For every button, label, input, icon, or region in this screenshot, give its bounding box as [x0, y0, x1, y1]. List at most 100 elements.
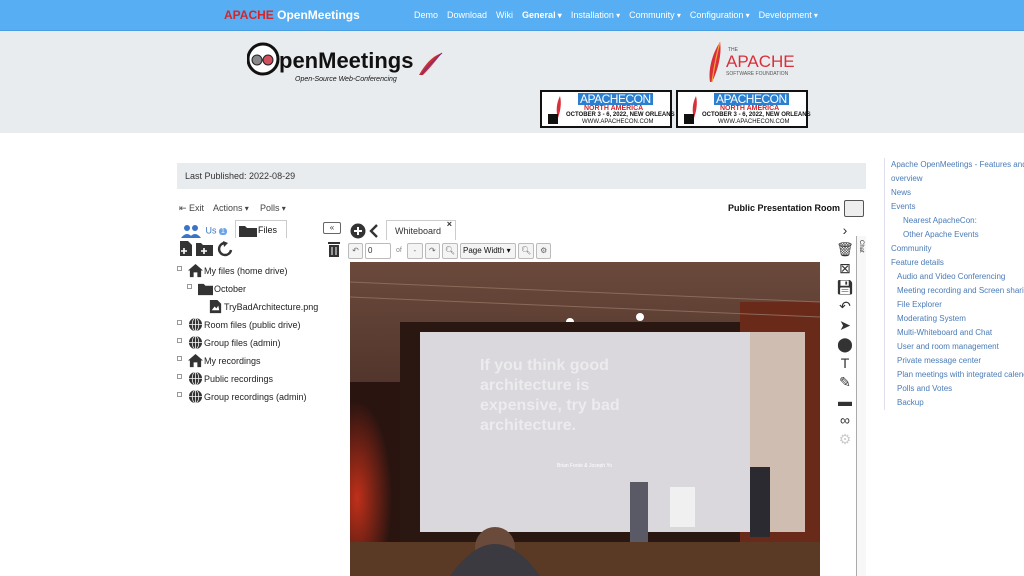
map-marker-icon[interactable]: ⬤	[834, 336, 856, 355]
undo-icon[interactable]: ↶	[834, 298, 856, 317]
nav-link-development[interactable]: Development	[759, 10, 818, 20]
apache-foundation: SOFTWARE FOUNDATION	[726, 71, 789, 77]
tab-files[interactable]: Files	[235, 220, 287, 238]
chat-panel-strip[interactable]: Chat	[856, 236, 866, 576]
tree-node-label: My files (home drive)	[204, 266, 288, 276]
sidebar-item[interactable]: Community	[891, 242, 1024, 256]
zoom-in-icon[interactable]: 🔍︎	[518, 242, 535, 259]
tree-node[interactable]: TryBadArchitecture.png	[197, 298, 347, 316]
apache-logo[interactable]: THE APACHE SOFTWARE FOUNDATION	[700, 42, 810, 84]
nav-link-configuration[interactable]: Configuration	[690, 10, 750, 20]
tab-whiteboard[interactable]: Whiteboard ×	[386, 219, 456, 240]
folder-icon	[239, 226, 257, 237]
page-input[interactable]: 0	[365, 242, 391, 259]
brand-link[interactable]: APACHE OpenMeetings	[224, 8, 360, 22]
exit-button[interactable]: ⇤ Exit	[179, 203, 204, 214]
file-actions-toolbar	[180, 241, 233, 257]
sidebar-item[interactable]: Private message center	[891, 354, 1024, 368]
eraser-icon[interactable]: ▬	[834, 393, 856, 412]
zoom-out-icon[interactable]: 🔍︎	[441, 242, 458, 259]
trash-icon[interactable]: 🗑︎	[834, 241, 856, 260]
tree-node[interactable]: My recordings	[177, 352, 347, 370]
tree-node-label: TryBadArchitecture.png	[224, 302, 319, 312]
tab-whiteboard-label: Whiteboard	[395, 226, 442, 236]
home-icon	[188, 263, 203, 278]
clear-slide-icon[interactable]: ⊠	[834, 260, 856, 279]
tree-node[interactable]: Group recordings (admin)	[177, 388, 347, 406]
monitor-icon[interactable]	[844, 200, 864, 217]
nav-link-installation[interactable]: Installation	[571, 10, 620, 20]
sidebar-item[interactable]: Audio and Video Conferencing	[891, 270, 1024, 284]
sidebar-item[interactable]: News	[891, 186, 1024, 200]
settings-gear-icon[interactable]: ⚙	[536, 242, 552, 259]
chevron-right-icon[interactable]: ›	[834, 222, 856, 241]
tree-node[interactable]: Group files (admin)	[177, 334, 347, 352]
file-tree: My files (home drive) October TryBadArchit…	[177, 262, 347, 406]
refresh-icon	[217, 241, 233, 257]
infinity-icon[interactable]: ∞	[834, 412, 856, 431]
sidebar-item[interactable]: Events	[891, 200, 1024, 214]
undo-icon[interactable]: ↶	[348, 242, 363, 259]
redo-icon[interactable]: ↷	[424, 242, 440, 259]
apachecon-url: WWW.APACHECON.COM	[582, 119, 654, 125]
sidebar-item[interactable]: Apache OpenMeetings - Features and	[891, 158, 1024, 172]
polls-menu[interactable]: Polls	[260, 203, 286, 213]
pen-icon[interactable]: ✎	[834, 374, 856, 393]
apachecon-banner[interactable]: APACHECON NORTH AMERICA OCTOBER 3 - 6, 2…	[540, 90, 675, 128]
nav-link-wiki[interactable]: Wiki	[496, 10, 513, 20]
expand-node-icon[interactable]	[177, 356, 182, 361]
collapse-node-icon[interactable]	[187, 284, 192, 289]
sidebar-item[interactable]: Multi-Whiteboard and Chat	[891, 326, 1024, 340]
sidebar-item[interactable]: Backup	[891, 396, 1024, 410]
sidebar-item[interactable]: Feature details	[891, 256, 1024, 270]
zoom-select[interactable]: Page Width ▾	[460, 242, 516, 259]
tree-node[interactable]: Room files (public drive)	[177, 316, 347, 334]
om-tagline: Open-Source Web-Conferencing	[295, 76, 397, 83]
apachecon-dates: OCTOBER 3 - 6, 2022, NEW ORLEANS	[702, 112, 811, 118]
nav-link-demo[interactable]: Demo	[414, 10, 438, 20]
openmeetings-logo[interactable]: penMeetings Open-Source Web-Conferencing	[247, 41, 447, 89]
tree-node[interactable]: Public recordings	[177, 370, 347, 388]
tree-node[interactable]: October	[187, 280, 347, 298]
expand-node-icon[interactable]	[177, 374, 182, 379]
whiteboard-slide-image[interactable]: If you think good architecture is expens…	[350, 262, 820, 576]
sidebar-item[interactable]: Plan meetings with integrated calendar	[891, 368, 1024, 382]
expand-node-icon[interactable]	[177, 392, 182, 397]
close-icon[interactable]: ×	[447, 219, 452, 229]
sidebar-item[interactable]: Nearest ApacheCon:	[891, 214, 1024, 228]
apachecon-banner[interactable]: APACHECON NORTH AMERICA OCTOBER 3 - 6, 2…	[676, 90, 811, 128]
nav-link-community[interactable]: Community	[629, 10, 681, 20]
save-icon[interactable]: 💾︎	[834, 279, 856, 298]
expand-node-icon[interactable]	[177, 338, 182, 343]
text-tool-icon[interactable]: T	[834, 355, 856, 374]
nav-link-general[interactable]: General	[522, 10, 562, 20]
sidebar-item[interactable]: File Explorer	[891, 298, 1024, 312]
sidebar-item[interactable]: Meeting recording and Screen sharing	[891, 284, 1024, 298]
sidebar-item[interactable]: Other Apache Events	[891, 228, 1024, 242]
tab-users-label: Us	[205, 225, 217, 236]
trash-icon[interactable]	[327, 241, 341, 257]
gear-icon[interactable]: ⚙	[834, 431, 856, 450]
last-published: Last Published: 2022-08-29	[177, 163, 866, 189]
apachecon-url: WWW.APACHECON.COM	[718, 119, 790, 125]
collapse-node-icon[interactable]	[177, 266, 182, 271]
nav-link-download[interactable]: Download	[447, 10, 487, 20]
apachecon-region: NORTH AMERICA	[720, 105, 780, 112]
tree-node-label: Group recordings (admin)	[204, 392, 307, 402]
expand-node-icon[interactable]	[177, 320, 182, 325]
folder-icon	[198, 283, 213, 296]
tree-node[interactable]: My files (home drive)	[177, 262, 347, 280]
collapse-panel-button[interactable]: «	[323, 222, 341, 234]
sidebar-item[interactable]: Moderating System	[891, 312, 1024, 326]
sidebar-item[interactable]: Polls and Votes	[891, 382, 1024, 396]
apachecon-region: NORTH AMERICA	[584, 105, 644, 112]
sidebar-item[interactable]: User and room management	[891, 340, 1024, 354]
image-file-icon	[209, 299, 222, 314]
new-folder-icon	[196, 243, 213, 256]
add-whiteboard-icon[interactable]	[350, 223, 382, 239]
tab-users[interactable]: Us 1	[181, 224, 227, 238]
sidebar-item[interactable]: overview	[891, 172, 1024, 186]
pointer-icon[interactable]: ➤	[834, 317, 856, 336]
actions-menu[interactable]: Actions	[213, 203, 249, 213]
tab-files-label: Files	[258, 225, 278, 235]
